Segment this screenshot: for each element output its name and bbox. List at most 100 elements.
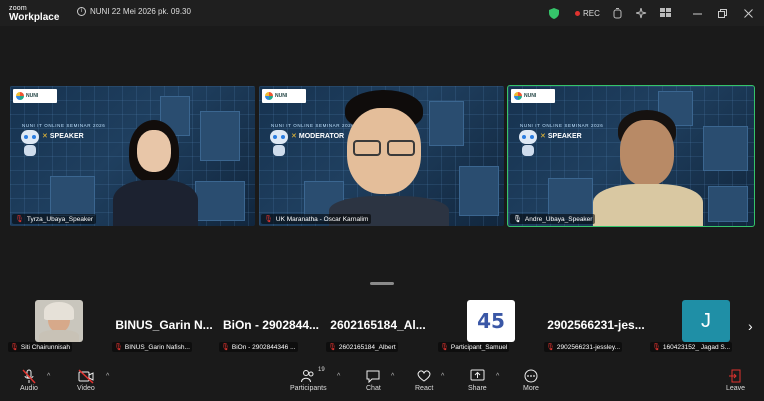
participant-name: Andre_Ubaya_Speaker: [524, 215, 593, 223]
speaker-video-feed: [105, 120, 215, 226]
leave-button[interactable]: Leave: [726, 369, 745, 392]
participant-name: UK Maranatha - Oscar Karnalim: [275, 215, 369, 223]
resize-handle[interactable]: [370, 282, 394, 285]
mic-muted-icon: 🎙: [114, 344, 123, 351]
filmstrip-tile[interactable]: 2602165184_Al... 🎙 2602165184_Albert: [326, 298, 430, 352]
more-dots-icon: [524, 369, 538, 385]
mic-muted-icon: 🎙: [264, 216, 273, 223]
participant-photo: [35, 300, 83, 342]
participant-display-name: 2602165184_Al...: [330, 318, 426, 332]
participant-display-name: 2902566231-jes...: [547, 318, 645, 332]
participant-name-tag: 🎙 2902566231-jessley...: [544, 342, 623, 352]
more-label: More: [523, 385, 539, 392]
video-tile-speaker-1[interactable]: NUNI NUNI IT ONLINE SEMINAR 2026 ✕ SPEAKE…: [10, 86, 255, 226]
audio-label: Audio: [20, 385, 38, 392]
chat-button[interactable]: Chat: [366, 369, 381, 392]
share-screen-icon: [470, 369, 485, 385]
chat-label: Chat: [366, 385, 381, 392]
meeting-toolbar: Audio ^ Video ^ Participants 19 ^ Chat ^…: [0, 365, 764, 401]
participants-count: 19: [318, 367, 325, 373]
mic-muted-icon: 🎙: [221, 344, 230, 351]
nuni-brand-logo: NUNI: [13, 89, 57, 103]
filmstrip-tile[interactable]: 2902566231-jes... 🎙 2902566231-jessley...: [544, 298, 648, 352]
brand-text: NUNI: [26, 93, 39, 99]
nuni-flower-icon: [16, 92, 24, 100]
participant-filmstrip: 🎙 Siti Chairunnisah BINUS_Garin N... 🎙 BIN…: [0, 292, 764, 358]
react-options-caret-icon[interactable]: ^: [441, 373, 444, 380]
share-label: Share: [468, 385, 487, 392]
participant-logo: 45: [467, 300, 515, 342]
participants-label: Participants: [290, 385, 327, 392]
participant-name-tag: 🎙 Andre_Ubaya_Speaker: [510, 214, 596, 224]
mic-muted-icon: 🎙: [652, 344, 661, 351]
chat-bubble-icon: [366, 369, 380, 385]
participant-name: Tyrza_Ubaya_Speaker: [26, 215, 94, 223]
share-options-caret-icon[interactable]: ^: [496, 373, 499, 380]
participant-name-tag: 🎙 BINUS_Garin Nafish...: [112, 342, 192, 352]
role-label: ✕ SPEAKER: [540, 132, 582, 141]
speaking-mic-icon: 🎙: [513, 216, 522, 223]
brand-text: NUNI: [524, 93, 537, 99]
moderator-video-feed: [329, 90, 449, 226]
participants-options-caret-icon[interactable]: ^: [337, 373, 340, 380]
logo-number: 45: [477, 309, 505, 333]
filmstrip-tile[interactable]: BINUS_Garin N... 🎙 BINUS_Garin Nafish...: [112, 298, 216, 352]
video-stage: NUNI NUNI IT ONLINE SEMINAR 2026 ✕ SPEAKE…: [0, 26, 764, 292]
meeting-info[interactable]: i NUNI 22 Mei 2026 pk. 09.30: [77, 7, 191, 16]
share-button[interactable]: Share: [468, 369, 487, 392]
avatar-initial: J: [701, 309, 711, 332]
leave-label: Leave: [726, 385, 746, 392]
mic-muted-icon: 🎙: [440, 344, 449, 351]
filmstrip-tile[interactable]: 45 🎙 Participant_Samuel: [438, 298, 542, 352]
robot-mascot-icon: [18, 130, 42, 158]
info-icon[interactable]: i: [77, 7, 86, 16]
robot-mascot-icon: [516, 130, 540, 158]
mic-muted-icon: [22, 369, 36, 385]
nuni-brand-logo: NUNI: [262, 89, 306, 103]
filmstrip-next-chevron-icon[interactable]: ›: [748, 318, 753, 334]
participant-name-tag: 🎙 Tyrza_Ubaya_Speaker: [12, 214, 97, 224]
participant-avatar: J: [682, 300, 730, 342]
participant-name-tag: 🎙 Participant_Samuel: [438, 342, 510, 352]
video-tile-moderator[interactable]: NUNI NUNI IT ONLINE SEMINAR 2026 ✕ MODERA…: [259, 86, 504, 226]
video-options-caret-icon[interactable]: ^: [106, 373, 109, 380]
filmstrip-tile[interactable]: J 🎙 160423152_ Jagad S...: [650, 298, 754, 352]
speaker-video-feed: [588, 110, 708, 226]
more-button[interactable]: More: [523, 369, 539, 392]
video-tile-speaker-2[interactable]: NUNI NUNI IT ONLINE SEMINAR 2026 ✕ SPEAKE…: [507, 85, 755, 227]
participant-name-tag: 🎙 2602165184_Albert: [326, 342, 398, 352]
audio-options-caret-icon[interactable]: ^: [47, 373, 50, 380]
hand-icon[interactable]: [612, 6, 623, 20]
mic-muted-icon: 🎙: [546, 344, 555, 351]
mic-muted-icon: 🎙: [328, 344, 337, 351]
react-button[interactable]: React: [415, 369, 433, 392]
view-grid-icon[interactable]: [660, 6, 671, 20]
brand-text: NUNI: [275, 93, 288, 99]
participant-name-tag: 🎙 160423152_ Jagad S...: [650, 342, 733, 352]
recording-dot-icon: [575, 10, 580, 16]
video-button[interactable]: Video: [77, 369, 95, 392]
heart-react-icon: [417, 369, 432, 385]
video-label: Video: [77, 385, 95, 392]
chat-options-caret-icon[interactable]: ^: [391, 373, 394, 380]
leave-door-icon: [729, 369, 742, 385]
minimize-icon[interactable]: [693, 6, 702, 20]
logo-line2: Workplace: [9, 12, 60, 23]
sparkle-icon[interactable]: [636, 6, 647, 20]
mic-muted-icon: 🎙: [10, 344, 19, 351]
participant-name-tag: 🎙 BiOn - 2902844346 ...: [219, 342, 298, 352]
security-shield-icon[interactable]: [549, 6, 559, 20]
nuni-flower-icon: [265, 92, 273, 100]
restore-icon[interactable]: [718, 6, 727, 20]
nuni-flower-icon: [514, 92, 522, 100]
react-label: React: [415, 385, 434, 392]
nuni-brand-logo: NUNI: [511, 89, 555, 103]
recording-indicator[interactable]: REC: [575, 6, 600, 20]
participants-icon: [301, 369, 315, 385]
mic-muted-icon: 🎙: [15, 216, 24, 223]
video-off-icon: [78, 369, 94, 385]
close-icon[interactable]: [744, 6, 753, 20]
filmstrip-tile[interactable]: 🎙 Siti Chairunnisah: [8, 298, 112, 352]
filmstrip-tile[interactable]: BiOn - 2902844... 🎙 BiOn - 2902844346 ...: [219, 298, 323, 352]
audio-button[interactable]: Audio: [20, 369, 38, 392]
